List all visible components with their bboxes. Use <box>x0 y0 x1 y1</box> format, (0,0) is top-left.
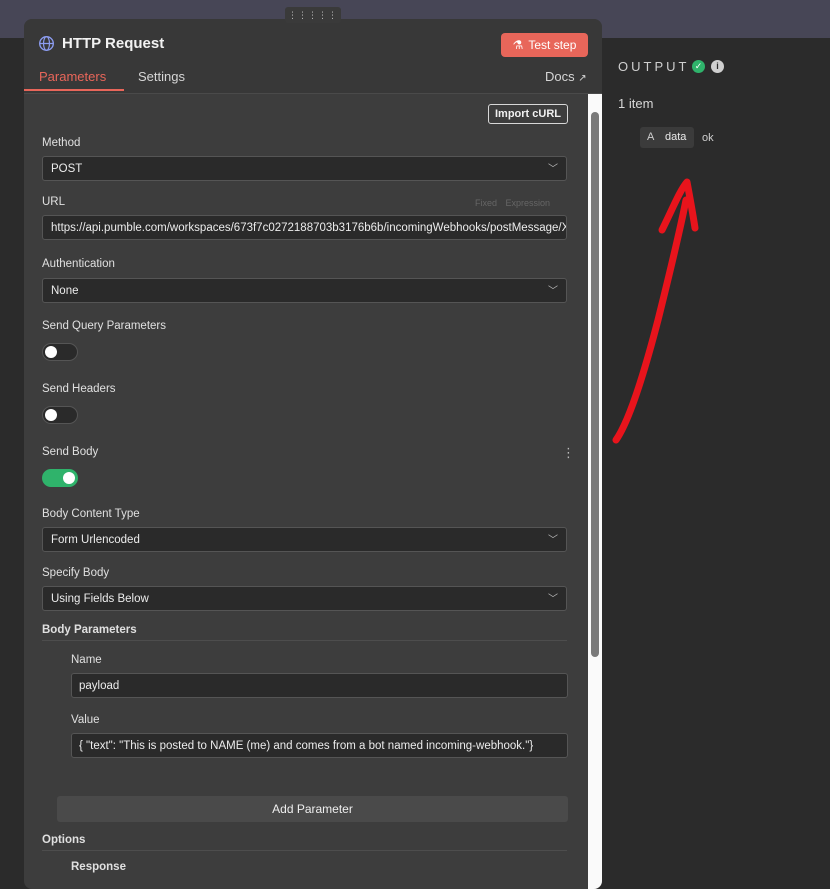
flask-icon: ⚗ <box>512 38 524 52</box>
info-icon[interactable]: i <box>711 60 724 73</box>
external-link-icon: ↗ <box>578 73 587 84</box>
red-arrow-annotation <box>612 178 699 444</box>
toggle-knob <box>45 346 57 358</box>
output-item-count: 1 item <box>618 96 654 111</box>
specify-body-value: Using Fields Below <box>51 593 149 605</box>
section-divider <box>42 850 567 851</box>
body-content-type-label: Body Content Type <box>42 508 140 520</box>
chevron-down-icon: ﹀ <box>548 535 558 546</box>
body-content-type-select[interactable]: Form Urlencoded ﹀ <box>42 527 567 552</box>
body-content-type-value: Form Urlencoded <box>51 534 140 546</box>
add-parameter-button[interactable]: Add Parameter <box>57 796 568 822</box>
node-panel: HTTP Request ⚗ Test step Parameters Sett… <box>24 19 602 889</box>
authentication-select[interactable]: None ﹀ <box>42 278 567 303</box>
toggle-knob <box>45 409 57 421</box>
drag-handle[interactable]: ⋮⋮⋮⋮⋮ <box>285 7 341 23</box>
test-step-label: Test step <box>528 38 577 52</box>
output-field-name: data <box>665 131 687 143</box>
send-body-toggle[interactable] <box>42 469 78 487</box>
panel-header: HTTP Request ⚗ Test step Parameters Sett… <box>24 19 602 94</box>
send-headers-label: Send Headers <box>42 383 116 395</box>
docs-label: Docs <box>545 69 575 84</box>
url-mode-expression[interactable]: Expression <box>506 198 551 208</box>
param-value-input[interactable]: { "text": "This is posted to NAME (me) a… <box>71 733 568 758</box>
send-body-label: Send Body <box>42 446 99 458</box>
authentication-label: Authentication <box>42 258 115 270</box>
url-label: URL <box>42 196 66 208</box>
output-title: OUTPUT <box>618 59 690 74</box>
panel-title: HTTP Request <box>62 35 165 52</box>
options-label: Options <box>42 834 86 846</box>
docs-link[interactable]: Docs ↗ <box>545 69 587 84</box>
specify-body-label: Specify Body <box>42 567 110 579</box>
chevron-down-icon: ﹀ <box>548 594 558 605</box>
tab-parameters[interactable]: Parameters <box>39 69 106 84</box>
url-mode-toggle[interactable]: Fixed Expression <box>469 198 550 208</box>
body-parameters-label: Body Parameters <box>42 624 137 636</box>
test-step-button[interactable]: ⚗ Test step <box>501 33 588 57</box>
chevron-down-icon: ﹀ <box>548 164 558 175</box>
send-query-toggle[interactable] <box>42 343 78 361</box>
import-curl-button[interactable]: Import cURL <box>488 104 568 124</box>
send-headers-toggle[interactable] <box>42 406 78 424</box>
authentication-value: None <box>51 285 79 297</box>
output-field-value: ok <box>702 132 714 144</box>
toggle-knob <box>63 472 75 484</box>
method-value: POST <box>51 163 83 175</box>
scrollbar-thumb[interactable] <box>591 112 599 657</box>
param-value-label: Value <box>71 714 100 726</box>
method-label: Method <box>42 137 81 149</box>
section-divider <box>42 640 567 641</box>
tab-settings[interactable]: Settings <box>138 69 185 84</box>
param-name-input[interactable]: payload <box>71 673 568 698</box>
tab-active-indicator <box>24 89 124 91</box>
url-input[interactable]: https://api.pumble.com/workspaces/673f7c… <box>42 215 567 240</box>
method-select[interactable]: POST ﹀ <box>42 156 567 181</box>
check-circle-icon: ✓ <box>692 60 705 73</box>
response-label: Response <box>71 861 126 873</box>
globe-icon <box>39 36 54 51</box>
chevron-down-icon: ﹀ <box>548 286 558 297</box>
specify-body-select[interactable]: Using Fields Below ﹀ <box>42 586 567 611</box>
send-query-label: Send Query Parameters <box>42 320 167 332</box>
url-mode-fixed[interactable]: Fixed <box>475 198 497 208</box>
string-type-icon: A <box>647 131 655 143</box>
param-name-label: Name <box>71 654 102 666</box>
more-options-icon[interactable]: ⋮ <box>562 445 575 461</box>
